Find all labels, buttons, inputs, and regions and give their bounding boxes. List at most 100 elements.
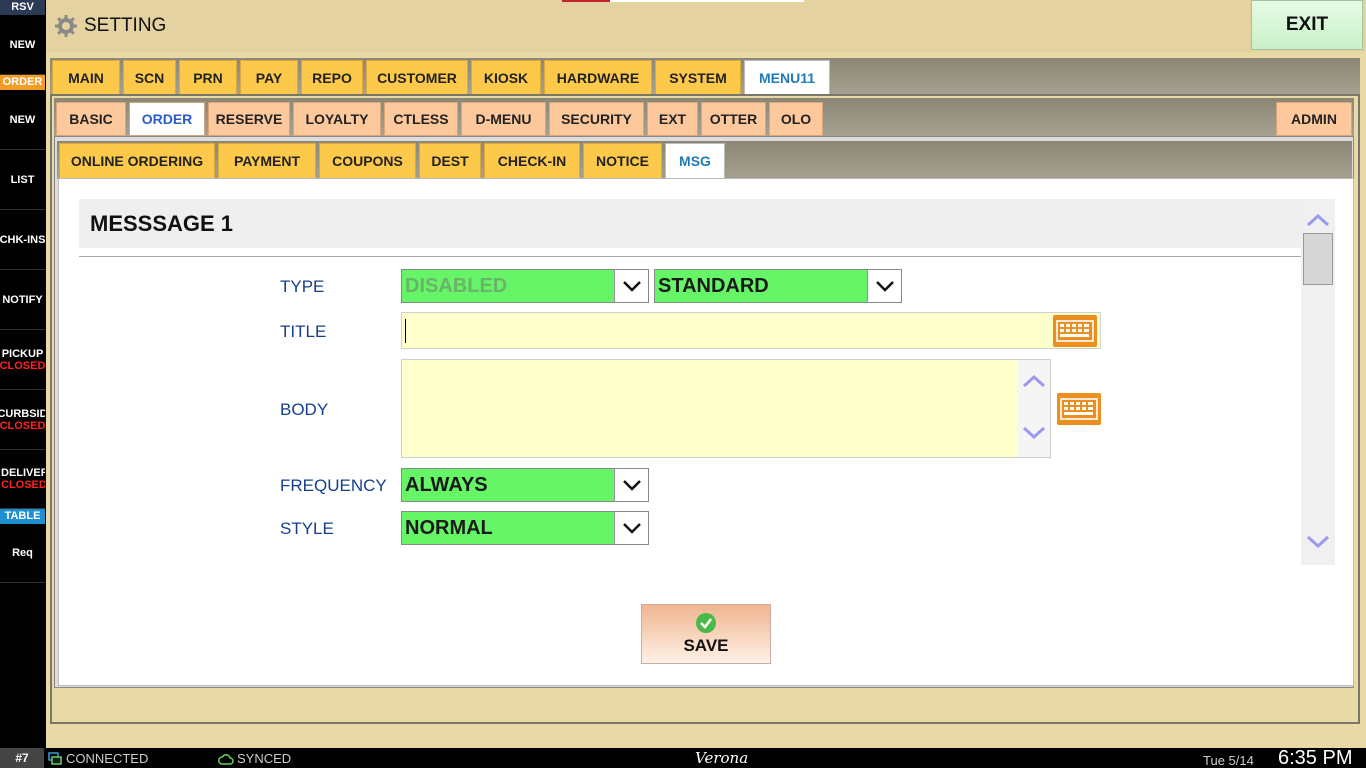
progress-fill [562, 0, 611, 2]
body-label: BODY [280, 400, 329, 419]
tab-pay[interactable]: PAY [240, 60, 298, 95]
type-select-primary[interactable]: DISABLED [401, 269, 649, 303]
tab-online-ordering[interactable]: ONLINE ORDERING [59, 143, 215, 179]
msg-settings-panel: MESSSAGE 1 TYPE DISABLED STANDARD TITLE [58, 178, 1354, 686]
chevron-up-icon[interactable] [1306, 213, 1330, 227]
page-title: SETTING [84, 15, 167, 36]
panel-scrollbar[interactable] [1301, 199, 1335, 565]
title-label: TITLE [280, 322, 327, 341]
sidebar-item-curbside[interactable]: CURBSID CLOSED [0, 390, 45, 450]
tab-admin[interactable]: ADMIN [1276, 102, 1352, 136]
sidebar-item-notify[interactable]: NOTIFY [0, 270, 45, 330]
section-title: MESSSAGE 1 [90, 211, 234, 236]
tab-payment[interactable]: PAYMENT [218, 143, 316, 179]
status-bar: #7 CONNECTED SYNCED Verona Tue 5/14 6:35… [0, 747, 1366, 768]
tab-reserve[interactable]: RESERVE [208, 102, 290, 136]
sidebar-item-req[interactable]: Req [0, 524, 45, 583]
chevron-up-icon[interactable] [1022, 374, 1046, 388]
sidebar-item-label: CHK-INS [0, 233, 45, 246]
frequency-select-value: ALWAYS [405, 474, 488, 496]
save-button[interactable]: SAVE [641, 604, 771, 664]
chevron-down-icon [614, 270, 648, 302]
frequency-label: FREQUENCY [280, 476, 387, 495]
sidebar-item-delivery[interactable]: DELIVERY CLOSED [0, 450, 45, 509]
tab-bar-level3: ONLINE ORDERING PAYMENT COUPONS DEST CHE… [57, 141, 1352, 179]
body-textarea[interactable] [401, 359, 1051, 458]
frequency-select[interactable]: ALWAYS [401, 468, 649, 502]
connection-status: CONNECTED [48, 751, 148, 766]
tab-order[interactable]: ORDER [129, 102, 205, 136]
status-badge: CLOSED [0, 359, 45, 372]
tab-scn[interactable]: SCN [123, 60, 176, 95]
save-button-label: SAVE [683, 636, 729, 655]
time-display: 6:35 PM [1278, 747, 1353, 768]
tab-menu11[interactable]: MENU11 [744, 60, 830, 95]
sidebar-item-chk-ins[interactable]: CHK-INS [0, 210, 45, 270]
sidebar-header-order: ORDER [0, 75, 45, 90]
tab-coupons[interactable]: COUPONS [319, 143, 416, 179]
keyboard-icon[interactable] [1053, 315, 1097, 347]
chevron-down-icon [614, 469, 648, 501]
tab-basic[interactable]: BASIC [56, 102, 126, 136]
section-header: MESSSAGE 1 [79, 199, 1309, 248]
sidebar-item-order-new[interactable]: NEW [0, 90, 45, 150]
gear-icon [55, 15, 77, 37]
status-badge: CLOSED [1, 479, 45, 491]
tab-bar-level1: MAIN SCN PRN PAY REPO CUSTOMER KIOSK HAR… [50, 58, 1360, 95]
chevron-down-icon [867, 270, 901, 302]
chevron-down-icon[interactable] [1306, 535, 1330, 549]
sync-status-text: SYNCED [237, 751, 292, 766]
sidebar-item-pickup[interactable]: PICKUP CLOSED [0, 330, 45, 390]
sidebar-item-label: LIST [10, 173, 35, 186]
tab-d-menu[interactable]: D-MENU [461, 102, 546, 136]
tab-ctless[interactable]: CTLESS [384, 102, 458, 136]
status-badge: CLOSED [0, 419, 45, 432]
keyboard-icon[interactable] [1057, 393, 1101, 425]
sidebar-item-list[interactable]: LIST [0, 150, 45, 210]
text-cursor [405, 319, 406, 343]
tab-check-in[interactable]: CHECK-IN [484, 143, 580, 179]
divider [79, 256, 1309, 257]
type-select-value: DISABLED [405, 275, 508, 297]
main-area: SETTING EXIT MAIN SCN PRN PAY REPO CUSTO… [46, 0, 1366, 748]
tab-system[interactable]: SYSTEM [655, 60, 741, 95]
chevron-down-icon[interactable] [1022, 426, 1046, 440]
store-name: Verona [695, 749, 749, 767]
exit-button[interactable]: EXIT [1251, 0, 1363, 50]
tab-msg[interactable]: MSG [665, 143, 725, 179]
tab-kiosk[interactable]: KIOSK [471, 60, 541, 95]
tab-ext[interactable]: EXT [647, 102, 698, 136]
body-scrollbar[interactable] [1018, 360, 1050, 457]
sync-status: SYNCED [218, 751, 291, 766]
tab-main[interactable]: MAIN [52, 60, 120, 95]
chevron-down-icon [614, 512, 648, 544]
sidebar-item-label: NEW [9, 38, 36, 51]
top-bar: SETTING EXIT [46, 0, 1366, 52]
date-display: Tue 5/14 [1203, 753, 1254, 768]
sidebar-item-label: Req [12, 547, 33, 559]
cloud-icon [218, 753, 234, 765]
tab-olo[interactable]: OLO [769, 102, 823, 136]
tab-otter[interactable]: OTTER [701, 102, 766, 136]
tab-customer[interactable]: CUSTOMER [366, 60, 468, 95]
tab-hardware[interactable]: HARDWARE [544, 60, 652, 95]
tab-loyalty[interactable]: LOYALTY [293, 102, 381, 136]
station-number: #7 [0, 748, 44, 768]
left-sidebar: RSV NEW ORDER NEW LIST CHK-INS NOTIFY PI… [0, 0, 46, 748]
style-select-value: NORMAL [405, 517, 493, 539]
checkmark-icon [696, 613, 716, 633]
connection-status-text: CONNECTED [66, 751, 149, 766]
scrollbar-thumb[interactable] [1303, 233, 1333, 285]
type-select-value: STANDARD [658, 275, 769, 297]
tab-prn[interactable]: PRN [179, 60, 237, 95]
tab-repo[interactable]: REPO [301, 60, 363, 95]
tab-security[interactable]: SECURITY [549, 102, 644, 136]
sidebar-item-label: CURBSID [0, 407, 45, 420]
title-input[interactable] [401, 312, 1101, 349]
tab-dest[interactable]: DEST [419, 143, 481, 179]
sidebar-item-rsv-new[interactable]: NEW [0, 15, 45, 75]
type-select-secondary[interactable]: STANDARD [654, 269, 902, 303]
style-select[interactable]: NORMAL [401, 511, 649, 545]
tab-notice[interactable]: NOTICE [583, 143, 662, 179]
sidebar-header-table: TABLE [0, 509, 45, 524]
